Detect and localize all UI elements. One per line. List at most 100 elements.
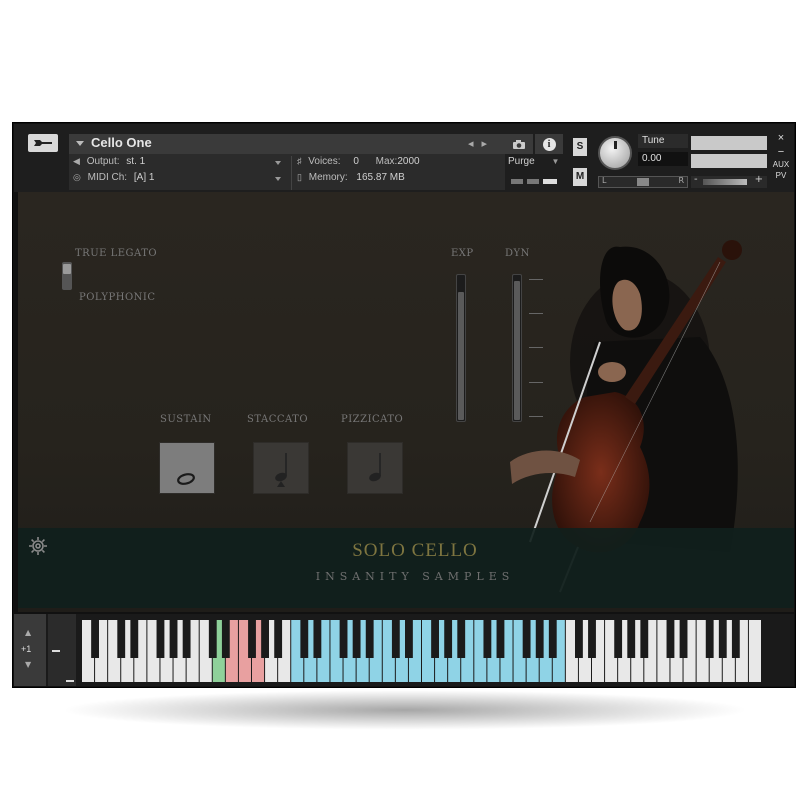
black-key[interactable] [588, 620, 596, 658]
tune-value[interactable]: 0.00 [638, 152, 688, 166]
pizzicato-note-icon [369, 453, 381, 482]
prev-arrow-icon[interactable]: ◂ [468, 137, 482, 150]
staccato-button[interactable] [253, 442, 309, 494]
dyn-tick [529, 416, 543, 417]
black-key[interactable] [444, 620, 453, 658]
black-key[interactable] [261, 620, 269, 658]
output-row[interactable]: ◀ Output: st. 1 [73, 156, 283, 172]
black-key[interactable] [496, 620, 505, 658]
black-key[interactable] [352, 620, 361, 658]
pizzicato-button[interactable] [347, 442, 403, 494]
black-key[interactable] [91, 620, 99, 658]
max-voices-value[interactable]: 2000 [397, 156, 419, 167]
instrument-nav-arrows[interactable]: ◂▸ [468, 137, 495, 150]
black-key[interactable] [156, 620, 165, 658]
staccato-label: STACCATO [247, 414, 309, 425]
sustain-button[interactable] [159, 442, 215, 494]
black-key[interactable] [313, 620, 322, 658]
staccato-note-icon [275, 453, 287, 487]
pan-handle[interactable] [637, 178, 649, 186]
black-key[interactable] [548, 620, 557, 658]
instrument-title-bar[interactable]: Cello One ◂▸ [69, 134, 505, 154]
camera-icon [513, 139, 525, 149]
black-key[interactable] [575, 620, 583, 658]
true-legato-label: TRUE LEGATO [75, 248, 158, 259]
dyn-label: DYN [505, 248, 530, 259]
volume-minus[interactable]: - [694, 174, 698, 185]
memory-value: 165.87 MB [356, 172, 405, 183]
dyn-tick [529, 279, 543, 280]
octave-control: ▲ +1 ▼ [14, 614, 46, 686]
mute-button[interactable]: M [573, 168, 587, 186]
black-key[interactable] [208, 620, 217, 658]
black-key[interactable] [391, 620, 400, 658]
legato-mode-switch[interactable] [62, 262, 72, 290]
dyn-tick [529, 382, 543, 383]
black-key[interactable] [666, 620, 675, 658]
voices-icon: ♯ [297, 156, 302, 166]
output-value[interactable]: st. 1 [126, 156, 145, 167]
black-key[interactable] [614, 620, 623, 658]
memory-row: ▯ Memory: 165.87 MB [297, 172, 497, 188]
black-key[interactable] [718, 620, 727, 658]
black-key[interactable] [182, 620, 191, 658]
black-key[interactable] [705, 620, 714, 658]
solo-button[interactable]: S [573, 138, 587, 156]
level-meter-right [691, 154, 767, 168]
settings-gear-icon[interactable] [28, 536, 48, 556]
switch-knob[interactable] [63, 264, 71, 274]
level-meter-left [691, 136, 767, 150]
pitch-wheel-marker[interactable] [52, 650, 60, 652]
dyn-slider[interactable] [512, 274, 522, 422]
whole-note-icon [177, 473, 195, 485]
black-key[interactable] [339, 620, 348, 658]
wrench-button[interactable] [28, 134, 58, 152]
black-key[interactable] [130, 620, 139, 658]
exp-label: EXP [451, 248, 474, 259]
black-key[interactable] [248, 620, 256, 658]
black-key[interactable] [431, 620, 439, 658]
octave-down-icon[interactable]: ▼ [25, 660, 31, 669]
close-button[interactable]: × [772, 132, 790, 144]
snapshot-button[interactable] [505, 134, 533, 154]
next-arrow-icon[interactable]: ▸ [481, 137, 495, 150]
info-button[interactable]: i [535, 134, 563, 154]
black-key[interactable] [300, 620, 309, 658]
black-key[interactable] [627, 620, 636, 658]
mod-wheel-marker[interactable] [66, 680, 74, 682]
black-key[interactable] [365, 620, 374, 658]
max-label: Max: [375, 156, 398, 167]
midi-dropdown-icon[interactable] [275, 177, 281, 181]
volume-slider[interactable]: - + [691, 174, 767, 188]
black-key[interactable] [221, 620, 230, 658]
instrument-name[interactable]: Cello One [91, 135, 152, 150]
octave-up-icon[interactable]: ▲ [25, 628, 31, 637]
black-key[interactable] [731, 620, 740, 658]
tune-knob[interactable] [598, 136, 632, 170]
black-key[interactable] [117, 620, 126, 658]
black-key[interactable] [457, 620, 466, 658]
pan-slider[interactable]: L R [598, 176, 688, 188]
collapse-arrow-icon[interactable] [76, 141, 84, 146]
black-key[interactable] [274, 620, 283, 658]
aux-button[interactable]: AUX [772, 160, 790, 169]
minimize-button[interactable]: − [772, 146, 790, 158]
memory-icon: ▯ [297, 172, 302, 182]
black-key[interactable] [679, 620, 688, 658]
volume-plus[interactable]: + [755, 174, 763, 185]
white-key[interactable] [748, 620, 761, 682]
midi-row[interactable]: ◎ MIDI Ch: [A] 1 [73, 172, 283, 188]
black-key[interactable] [405, 620, 413, 658]
piano-keyboard[interactable] [82, 620, 762, 682]
midi-value[interactable]: [A] 1 [134, 172, 155, 183]
output-dropdown-icon[interactable] [275, 161, 281, 165]
black-key[interactable] [640, 620, 649, 658]
black-key[interactable] [483, 620, 492, 658]
cpu-meter-segment [527, 179, 539, 184]
exp-slider[interactable] [456, 274, 466, 422]
purge-dropdown[interactable]: Purge ▼ [508, 156, 559, 167]
black-key[interactable] [522, 620, 531, 658]
pv-button[interactable]: PV [772, 171, 790, 180]
black-key[interactable] [535, 620, 544, 658]
black-key[interactable] [169, 620, 178, 658]
